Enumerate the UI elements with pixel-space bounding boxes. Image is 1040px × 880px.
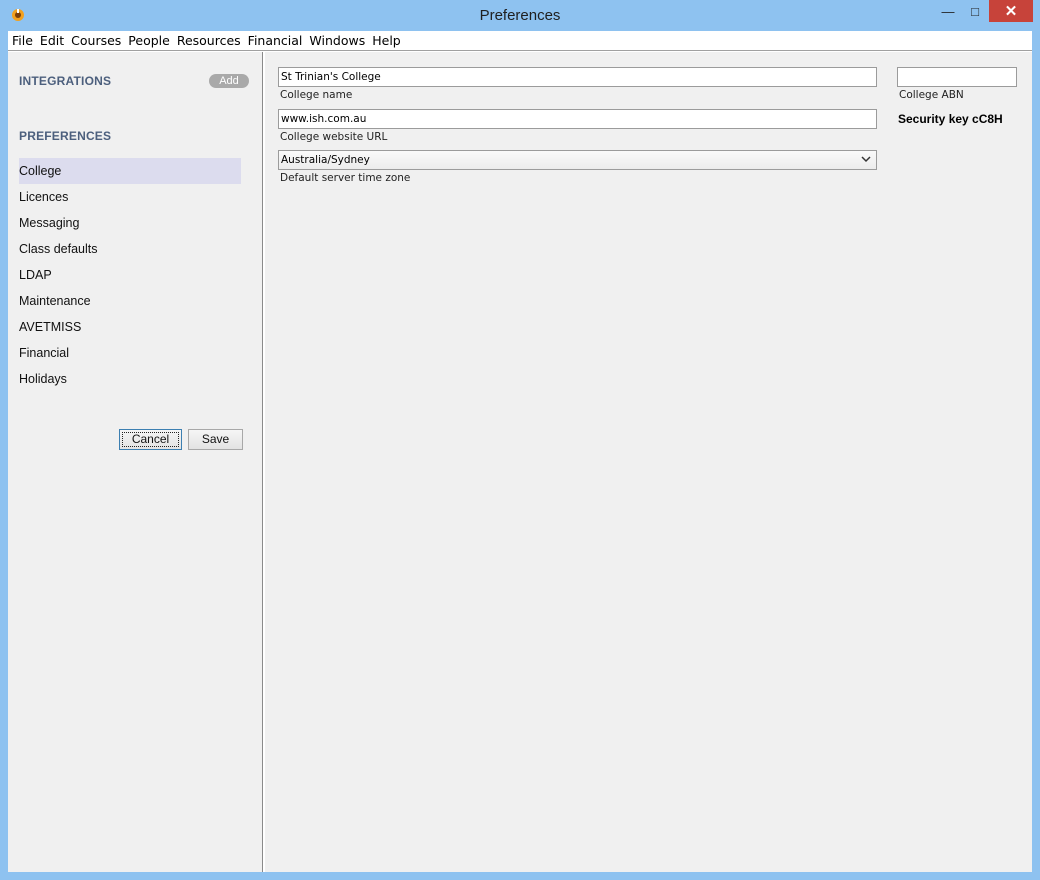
college-abn-label: College ABN: [899, 89, 964, 101]
preferences-nav: College Licences Messaging Class default…: [19, 158, 241, 392]
menu-file[interactable]: File: [10, 31, 35, 50]
college-website-label: College website URL: [280, 131, 388, 143]
cancel-button[interactable]: Cancel: [119, 429, 182, 450]
maximize-button[interactable]: □: [962, 0, 988, 22]
client-area: File Edit Courses People Resources Finan…: [8, 31, 1032, 872]
nav-item-licences[interactable]: Licences: [19, 184, 241, 210]
nav-item-ldap[interactable]: LDAP: [19, 262, 241, 288]
sidebar: INTEGRATIONS Add PREFERENCES College Lic…: [8, 52, 265, 872]
integrations-heading: INTEGRATIONS: [19, 74, 112, 88]
add-integration-button[interactable]: Add: [209, 74, 249, 88]
menu-bar: File Edit Courses People Resources Finan…: [8, 31, 1032, 50]
college-website-field[interactable]: www.ish.com.au: [278, 109, 877, 129]
chevron-down-icon[interactable]: [858, 152, 874, 168]
security-key: Security key cC8H: [898, 112, 1003, 126]
college-abn-field[interactable]: [897, 67, 1017, 87]
nav-item-holidays[interactable]: Holidays: [19, 366, 241, 392]
menu-resources[interactable]: Resources: [175, 31, 243, 50]
nav-item-avetmiss[interactable]: AVETMISS: [19, 314, 241, 340]
close-button[interactable]: ✕: [989, 0, 1033, 22]
preferences-heading: PREFERENCES: [19, 129, 112, 143]
menu-windows[interactable]: Windows: [307, 31, 367, 50]
nav-item-class-defaults[interactable]: Class defaults: [19, 236, 241, 262]
title-bar[interactable]: Preferences — □ ✕: [0, 0, 1040, 31]
timezone-select[interactable]: Australia/Sydney: [278, 150, 877, 170]
college-name-field[interactable]: St Trinian's College: [278, 67, 877, 87]
menu-people[interactable]: People: [126, 31, 172, 50]
nav-item-messaging[interactable]: Messaging: [19, 210, 241, 236]
menu-financial[interactable]: Financial: [246, 31, 305, 50]
timezone-label: Default server time zone: [280, 172, 411, 184]
nav-item-financial[interactable]: Financial: [19, 340, 241, 366]
nav-item-maintenance[interactable]: Maintenance: [19, 288, 241, 314]
preferences-window: Preferences — □ ✕ File Edit Courses Peop…: [0, 0, 1040, 880]
menu-courses[interactable]: Courses: [69, 31, 123, 50]
save-button[interactable]: Save: [188, 429, 243, 450]
timezone-value: Australia/Sydney: [281, 154, 370, 166]
menu-edit[interactable]: Edit: [38, 31, 66, 50]
college-name-label: College name: [280, 89, 353, 101]
minimize-button[interactable]: —: [935, 0, 961, 22]
nav-item-college[interactable]: College: [19, 158, 241, 184]
menu-help[interactable]: Help: [370, 31, 403, 50]
college-preferences-panel: St Trinian's College College name www.is…: [266, 52, 1032, 872]
window-title: Preferences: [479, 7, 561, 24]
